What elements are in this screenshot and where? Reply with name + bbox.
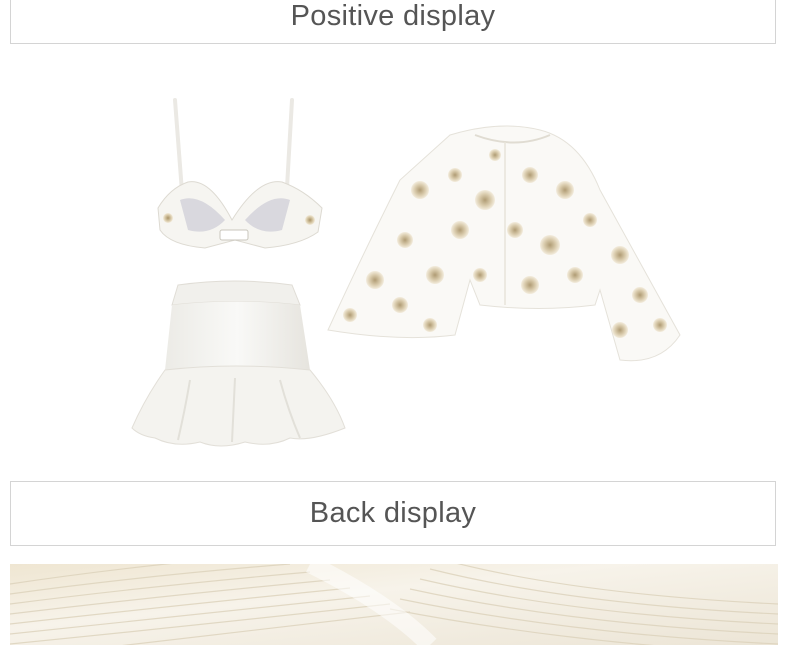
- section-header-back-display: Back display: [10, 481, 776, 546]
- bikini-top: [157, 98, 323, 249]
- section-header-label: Back display: [309, 497, 477, 529]
- floral-lace-cover-up: [327, 125, 681, 362]
- section-header-label: Positive display: [290, 0, 496, 32]
- fabric-detail-image: [10, 564, 778, 645]
- product-image: [131, 98, 681, 447]
- ruffle-skirt: [131, 280, 346, 447]
- section-header-positive-display: Positive display: [10, 0, 776, 44]
